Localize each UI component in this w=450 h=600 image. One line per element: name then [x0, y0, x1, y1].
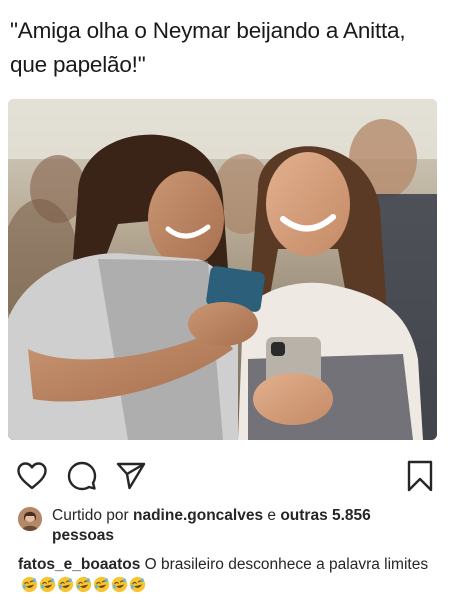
- laughing-emoji-row: [21, 576, 146, 593]
- comment-icon: [67, 461, 97, 491]
- meme-caption-line-2: que papelão!": [10, 52, 146, 77]
- send-icon: [116, 462, 146, 490]
- rolling-on-floor-laughing-emoji: [111, 576, 128, 593]
- photo-illustration: [8, 99, 437, 440]
- caption-text: O brasileiro desconhece a palavra limite…: [144, 556, 429, 573]
- heart-icon: [17, 462, 47, 490]
- post-action-bar: [0, 458, 450, 498]
- bookmark-icon: [407, 460, 433, 492]
- save-button[interactable]: [402, 458, 438, 494]
- post-caption: fatos_e_boaatos O brasileiro desconhece …: [18, 554, 443, 596]
- rolling-on-floor-laughing-emoji: [39, 576, 56, 593]
- like-button[interactable]: [14, 458, 50, 494]
- rolling-on-floor-laughing-emoji: [57, 576, 74, 593]
- liker-avatar[interactable]: [18, 507, 42, 531]
- likes-others-count[interactable]: outras 5.856: [280, 507, 370, 524]
- caption-username[interactable]: fatos_e_boaatos: [18, 556, 140, 573]
- likes-prefix: Curtido por: [52, 507, 129, 524]
- rolling-on-floor-laughing-emoji: [21, 576, 38, 593]
- post-photo[interactable]: [8, 99, 437, 440]
- comment-button[interactable]: [64, 458, 100, 494]
- rolling-on-floor-laughing-emoji: [75, 576, 92, 593]
- liker-username[interactable]: nadine.goncalves: [133, 507, 263, 524]
- likes-text: Curtido por nadine.goncalves e outras 5.…: [52, 506, 442, 546]
- avatar-image: [18, 507, 42, 531]
- rolling-on-floor-laughing-emoji: [93, 576, 110, 593]
- meme-caption: "Amiga olha o Neymar beijando a Anitta, …: [10, 14, 442, 82]
- rolling-on-floor-laughing-emoji: [129, 576, 146, 593]
- share-button[interactable]: [113, 458, 149, 494]
- likes-others-unit[interactable]: pessoas: [52, 527, 114, 544]
- likes-joiner: e: [267, 507, 277, 524]
- meme-caption-line-1: "Amiga olha o Neymar beijando a Anitta,: [10, 18, 406, 43]
